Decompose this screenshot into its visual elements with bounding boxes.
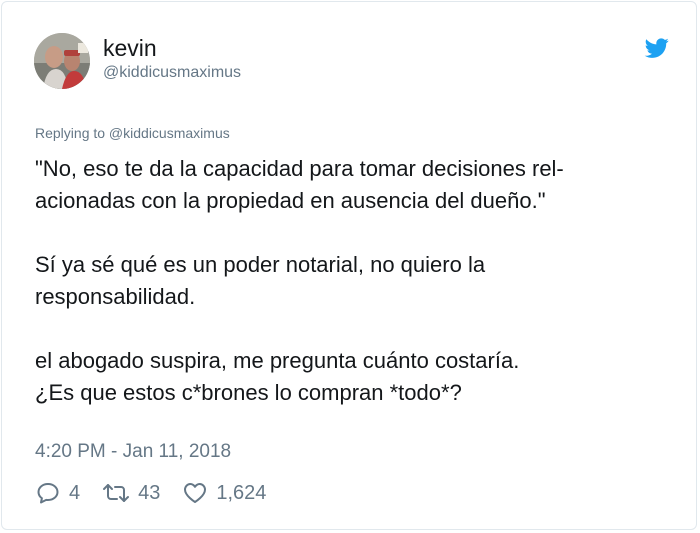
replying-to[interactable]: Replying to @kiddicusmaximus bbox=[35, 125, 230, 141]
display-name[interactable]: kevin bbox=[103, 35, 157, 62]
tweet-line: ¿Es que estos c*brones lo compran *todo*… bbox=[35, 380, 462, 405]
tweet-line: acionadas con la propiedad en ausencia d… bbox=[35, 188, 546, 213]
tweet-line: Sí ya sé qué es un poder notarial, no qu… bbox=[35, 252, 486, 277]
tweet-paragraph: "No, eso te da la capacidad para tomar d… bbox=[35, 153, 675, 217]
tweet-paragraph: Sí ya sé qué es un poder notarial, no qu… bbox=[35, 249, 675, 313]
tweet-paragraph: el abogado suspira, me pregunta cuánto c… bbox=[35, 345, 675, 409]
reply-icon bbox=[37, 483, 59, 504]
twitter-bird-icon[interactable] bbox=[644, 36, 670, 60]
tweet-line: "No, eso te da la capacidad para tomar d… bbox=[35, 156, 564, 181]
tweet-line: el abogado suspira, me pregunta cuánto c… bbox=[35, 348, 520, 373]
retweet-button[interactable]: 43 bbox=[102, 481, 160, 505]
retweet-icon bbox=[103, 484, 130, 502]
tweet-line: responsabilidad. bbox=[35, 284, 196, 309]
user-handle[interactable]: @kiddicusmaximus bbox=[103, 64, 241, 82]
tweet-actions: 4 43 1,624 bbox=[35, 478, 288, 508]
heart-icon bbox=[184, 483, 207, 503]
reply-button[interactable]: 4 bbox=[35, 481, 80, 505]
tweet-body: "No, eso te da la capacidad para tomar d… bbox=[35, 153, 675, 409]
avatar-photo bbox=[34, 33, 90, 89]
like-button[interactable]: 1,624 bbox=[182, 481, 266, 505]
like-count: 1,624 bbox=[216, 481, 267, 504]
retweet-count: 43 bbox=[138, 481, 161, 504]
tweet-timestamp[interactable]: 4:20 PM - Jan 11, 2018 bbox=[35, 441, 231, 463]
tweet-card: kevin @kiddicusmaximus Replying to @kidd… bbox=[1, 1, 697, 530]
reply-count: 4 bbox=[69, 481, 81, 504]
avatar[interactable] bbox=[34, 33, 90, 89]
